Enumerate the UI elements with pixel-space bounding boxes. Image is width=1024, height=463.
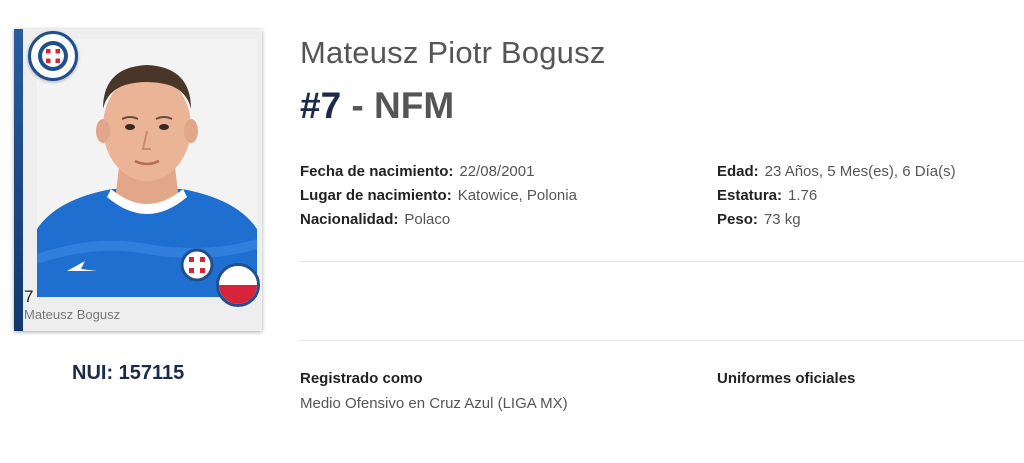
player-photo-illustration	[37, 65, 257, 297]
nui-id: NUI: 157115	[72, 362, 185, 384]
card-number: 7	[24, 287, 34, 306]
number-separator: -	[341, 85, 375, 126]
birth-date-field: Fecha de nacimiento: 22/08/2001	[300, 163, 534, 180]
uniforms-title: Uniformes oficiales	[717, 370, 856, 387]
height-field: Estatura: 1.76	[717, 187, 817, 204]
divider-bottom	[300, 340, 1024, 341]
player-photo	[37, 39, 257, 297]
divider-top	[300, 261, 1024, 262]
card-stripe	[14, 29, 23, 331]
weight-field: Peso: 73 kg	[717, 211, 801, 228]
nationality-label: Nacionalidad:	[300, 211, 399, 228]
club-badge-icon	[28, 31, 78, 81]
player-card: 7 Mateusz Bogusz	[14, 29, 262, 331]
height-value: 1.76	[788, 187, 818, 204]
age-label: Edad:	[717, 163, 759, 180]
poland-flag-icon	[216, 263, 260, 307]
birth-place-value: Katowice, Polonia	[457, 187, 577, 204]
age-field: Edad: 23 Años, 5 Mes(es), 6 Día(s)	[717, 163, 956, 180]
weight-label: Peso:	[717, 211, 758, 228]
registration-title: Registrado como	[300, 370, 423, 387]
birth-date-label: Fecha de nacimiento:	[300, 163, 454, 180]
birth-place-field: Lugar de nacimiento: Katowice, Polonia	[300, 187, 577, 204]
birth-date-value: 22/08/2001	[459, 163, 535, 180]
player-code: NFM	[374, 85, 455, 126]
height-label: Estatura:	[717, 187, 783, 204]
registration-value: Medio Ofensivo en Cruz Azul (LIGA MX)	[300, 395, 568, 412]
weight-value: 73 kg	[763, 211, 801, 228]
age-value: 23 Años, 5 Mes(es), 6 Día(s)	[764, 163, 956, 180]
player-number-line: #7 - NFM	[300, 85, 454, 127]
player-full-name: Mateusz Piotr Bogusz	[300, 35, 606, 70]
player-number: #7	[300, 85, 342, 126]
nationality-field: Nacionalidad: Polaco	[300, 211, 450, 228]
nationality-value: Polaco	[404, 211, 451, 228]
birth-place-label: Lugar de nacimiento:	[300, 187, 452, 204]
card-player-name: Mateusz Bogusz	[24, 307, 121, 322]
